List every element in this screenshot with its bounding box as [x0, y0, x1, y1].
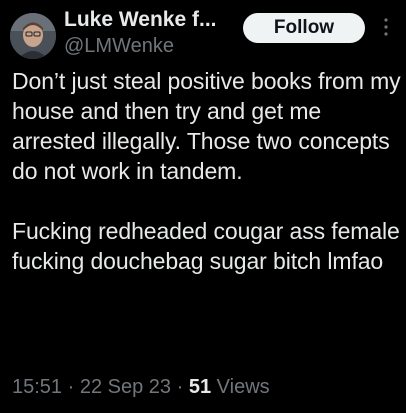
- avatar[interactable]: [10, 13, 56, 59]
- meta-separator: ·: [67, 376, 75, 398]
- tweet-text: Don’t just steal positive books from my …: [12, 68, 401, 274]
- author-display-name[interactable]: Luke Wenke f...: [64, 7, 217, 33]
- follow-button[interactable]: Follow: [243, 13, 365, 43]
- author-handle[interactable]: @LMWenke: [64, 34, 174, 58]
- meta-separator: ·: [176, 376, 184, 398]
- views-count: 51: [188, 376, 212, 398]
- avatar-image: [10, 13, 56, 59]
- views-label: Views: [216, 376, 270, 398]
- tweet-meta: 15:51 · 22 Sep 23 · 51 Views: [12, 374, 270, 400]
- tweet-date[interactable]: 22 Sep 23: [80, 376, 171, 398]
- tweet-time[interactable]: 15:51: [12, 376, 62, 398]
- more-vertical-icon[interactable]: [382, 16, 390, 38]
